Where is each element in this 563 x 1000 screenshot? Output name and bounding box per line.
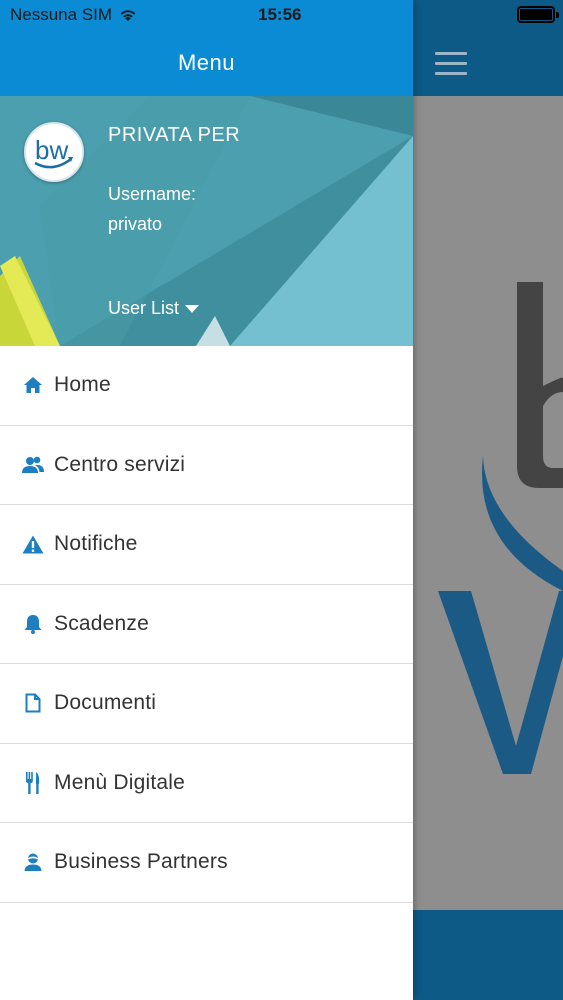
user-list-label: User List: [108, 298, 180, 318]
drawer-header: Nessuna SIM 15:56 Menu: [0, 0, 413, 96]
menu-item-business-partners[interactable]: Business Partners: [0, 823, 413, 903]
person-icon: [22, 851, 44, 873]
user-list-dropdown[interactable]: User List: [108, 298, 200, 319]
battery-icon: [517, 6, 559, 23]
app-logo-partial-icon: [438, 282, 563, 774]
menu-item-label: Notifiche: [54, 532, 138, 556]
warning-icon: [22, 533, 44, 555]
home-icon: [22, 374, 44, 396]
drawer-title: Menu: [177, 50, 236, 75]
side-drawer: Nessuna SIM 15:56 Menu bw PRIVATA PER Us…: [0, 0, 413, 1000]
fork-knife-icon: [22, 771, 44, 794]
caret-down-icon: [185, 305, 200, 313]
carrier-label: Nessuna SIM: [10, 5, 113, 24]
status-time: 15:56: [258, 5, 302, 24]
status-carrier: Nessuna SIM: [10, 5, 137, 25]
app-footer-bar: [413, 910, 563, 1000]
bw-logo-icon: bw: [34, 135, 73, 169]
svg-text:bw: bw: [35, 135, 68, 165]
profile-name: PRIVATA PER: [108, 124, 241, 146]
username-value: privato: [108, 214, 163, 234]
users-icon: [22, 454, 44, 476]
menu-item-label: Business Partners: [54, 850, 228, 874]
username-label: Username:: [108, 184, 197, 204]
menu-item-scadenze[interactable]: Scadenze: [0, 584, 413, 664]
hamburger-menu-icon[interactable]: [435, 52, 467, 76]
menu-item-menu-digitale[interactable]: Menù Digitale: [0, 743, 413, 823]
wifi-icon: [120, 10, 136, 21]
bell-icon: [22, 613, 44, 635]
menu-item-home[interactable]: Home: [0, 346, 413, 426]
menu-item-centro-servizi[interactable]: Centro servizi: [0, 425, 413, 505]
background-app: [413, 0, 563, 1000]
menu-item-label: Centro servizi: [54, 452, 186, 476]
menu-item-documenti[interactable]: Documenti: [0, 664, 413, 744]
avatar[interactable]: bw: [24, 122, 84, 182]
menu-item-label: Home: [54, 373, 111, 397]
menu-item-label: Menù Digitale: [54, 770, 185, 794]
profile-header: bw PRIVATA PER Username: privato User Li…: [0, 96, 413, 346]
menu-item-label: Documenti: [54, 691, 157, 715]
document-icon: [22, 692, 44, 714]
menu-list: Home Centro servizi Notifiche Scadenze D…: [0, 346, 413, 903]
menu-item-label: Scadenze: [54, 611, 150, 635]
menu-item-notifiche[interactable]: Notifiche: [0, 505, 413, 585]
